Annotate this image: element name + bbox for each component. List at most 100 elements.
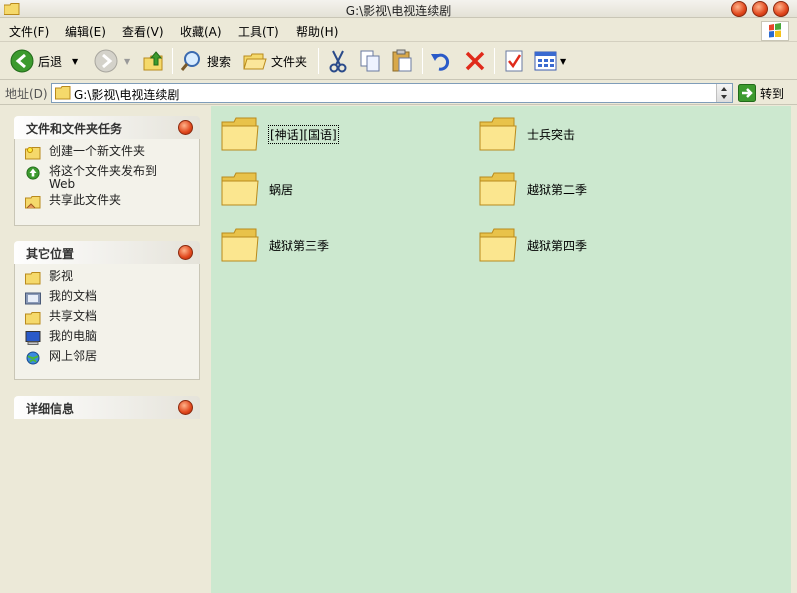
task-share-folder[interactable]: 共享此文件夹 [25, 194, 199, 211]
toolbar: 后退 ▼ ▼ 搜索 文件夹 ▼ [0, 43, 797, 80]
file-folder-tasks-panel: 文件和文件夹任务 创建一个新文件夹 将这个文件夹发布到 Web 共享此文件夹 [14, 116, 200, 226]
paste-icon [392, 49, 412, 72]
folder-label: 越狱第三季 [269, 238, 330, 253]
folder-item[interactable]: 士兵突击 [479, 116, 575, 152]
folder-icon [479, 117, 517, 151]
other-places-panel: 其它位置 影视 我的文档 共享文档 我的电脑 网上邻居 [14, 241, 200, 380]
panel-title: 其它位置 [26, 247, 75, 261]
new-folder-icon [25, 147, 41, 160]
share-folder-icon [25, 196, 41, 209]
folder-icon [221, 172, 259, 206]
folder-label: 蜗居 [269, 182, 294, 197]
up-folder-button[interactable] [142, 48, 166, 74]
forward-dropdown-icon[interactable]: ▼ [124, 57, 130, 66]
delete-button[interactable] [463, 48, 487, 74]
task-publish-web[interactable]: 将这个文件夹发布到 Web [25, 165, 199, 191]
windows-logo-icon [761, 21, 789, 41]
minimize-button[interactable] [731, 1, 747, 17]
up-down-arrow-icon [721, 87, 727, 99]
menu-favorites[interactable]: 收藏(A) [180, 23, 222, 40]
folder-label: 越狱第二季 [527, 182, 588, 197]
address-bar: 地址(D) G:\影视\电视连续剧 转到 [0, 81, 797, 105]
undo-icon [431, 53, 450, 71]
menu-file[interactable]: 文件(F) [9, 23, 49, 40]
toolbar-separator [172, 48, 173, 74]
folder-item[interactable]: 越狱第四季 [479, 227, 587, 263]
address-input[interactable]: G:\影视\电视连续剧 [51, 83, 733, 103]
back-label: 后退 [38, 54, 63, 69]
place-movies-folder[interactable]: 影视 [25, 270, 199, 287]
menu-bar: 文件(F) 编辑(E) 查看(V) 收藏(A) 工具(T) 帮助(H) [0, 19, 797, 42]
place-my-documents[interactable]: 我的文档 [25, 290, 199, 307]
search-icon [180, 51, 200, 71]
back-button[interactable]: 后退 ▼ [10, 48, 78, 74]
views-dropdown-icon[interactable]: ▼ [560, 57, 566, 66]
panel-header[interactable]: 详细信息 [14, 396, 200, 419]
my-computer-icon [25, 331, 41, 345]
properties-button[interactable] [503, 48, 525, 74]
undo-button[interactable] [430, 48, 454, 74]
task-pane: 文件和文件夹任务 创建一个新文件夹 将这个文件夹发布到 Web 共享此文件夹 其… [0, 106, 211, 593]
folder-item[interactable]: 蜗居 [221, 171, 293, 207]
menu-tools[interactable]: 工具(T) [238, 23, 279, 40]
paste-button[interactable] [390, 48, 414, 74]
folder-item[interactable]: 越狱第三季 [221, 227, 329, 263]
copy-button[interactable] [358, 48, 382, 74]
publish-web-icon [26, 166, 40, 180]
search-button[interactable]: 搜索 [179, 48, 231, 74]
folder-view: [神话][国语] 士兵突击 蜗居 越狱第二季 越狱第三季 越狱第四季 [211, 106, 797, 593]
go-label: 转到 [760, 86, 785, 101]
place-my-computer[interactable]: 我的电脑 [25, 330, 199, 347]
forward-arrow-icon [94, 49, 118, 73]
back-arrow-icon [10, 49, 34, 73]
folders-icon [243, 53, 267, 70]
copy-icon [360, 50, 380, 72]
toolbar-separator [318, 48, 319, 74]
maximize-button[interactable] [752, 1, 768, 17]
window-title: G:\影视\电视连续剧 [345, 4, 452, 18]
folder-icon [221, 117, 259, 151]
folder-label: 士兵突击 [527, 127, 576, 142]
panel-title: 文件和文件夹任务 [26, 122, 123, 136]
folder-icon [479, 172, 517, 206]
folder-icon [479, 228, 517, 262]
folder-label: [神话][国语] [268, 124, 339, 144]
views-icon [534, 51, 557, 71]
my-documents-icon [25, 292, 41, 305]
close-button[interactable] [773, 1, 789, 17]
folders-label: 文件夹 [271, 54, 308, 69]
folder-item[interactable]: [神话][国语] [221, 116, 339, 152]
back-dropdown-icon[interactable]: ▼ [72, 57, 78, 66]
menu-view[interactable]: 查看(V) [122, 23, 164, 40]
menu-help[interactable]: 帮助(H) [296, 23, 338, 40]
collapse-button[interactable] [178, 120, 193, 135]
search-label: 搜索 [207, 54, 232, 69]
window-border [791, 106, 797, 593]
network-globe-icon [26, 351, 40, 365]
toolbar-separator [422, 48, 423, 74]
views-button[interactable]: ▼ [534, 48, 566, 74]
task-new-folder[interactable]: 创建一个新文件夹 [25, 145, 199, 162]
collapse-button[interactable] [178, 400, 193, 415]
folder-item[interactable]: 越狱第二季 [479, 171, 587, 207]
go-button[interactable]: 转到 [738, 83, 784, 103]
details-panel: 详细信息 [14, 396, 200, 419]
collapse-button[interactable] [178, 245, 193, 260]
title-bar: G:\影视\电视连续剧 [0, 0, 797, 18]
folder-label: 越狱第四季 [527, 238, 588, 253]
panel-title: 详细信息 [26, 402, 75, 416]
cut-button[interactable] [327, 48, 349, 74]
folders-button[interactable]: 文件夹 [243, 48, 307, 74]
forward-button[interactable]: ▼ [94, 48, 130, 74]
panel-header[interactable]: 文件和文件夹任务 [14, 116, 200, 139]
properties-icon [505, 50, 523, 72]
delete-x-icon [465, 51, 485, 71]
place-network[interactable]: 网上邻居 [25, 350, 199, 367]
address-value: G:\影视\电视连续剧 [74, 88, 180, 102]
up-folder-icon [143, 51, 163, 71]
panel-header[interactable]: 其它位置 [14, 241, 200, 264]
place-shared-documents[interactable]: 共享文档 [25, 310, 199, 327]
menu-edit[interactable]: 编辑(E) [65, 23, 106, 40]
address-dropdown-button[interactable] [716, 84, 732, 102]
folder-icon [55, 86, 71, 100]
